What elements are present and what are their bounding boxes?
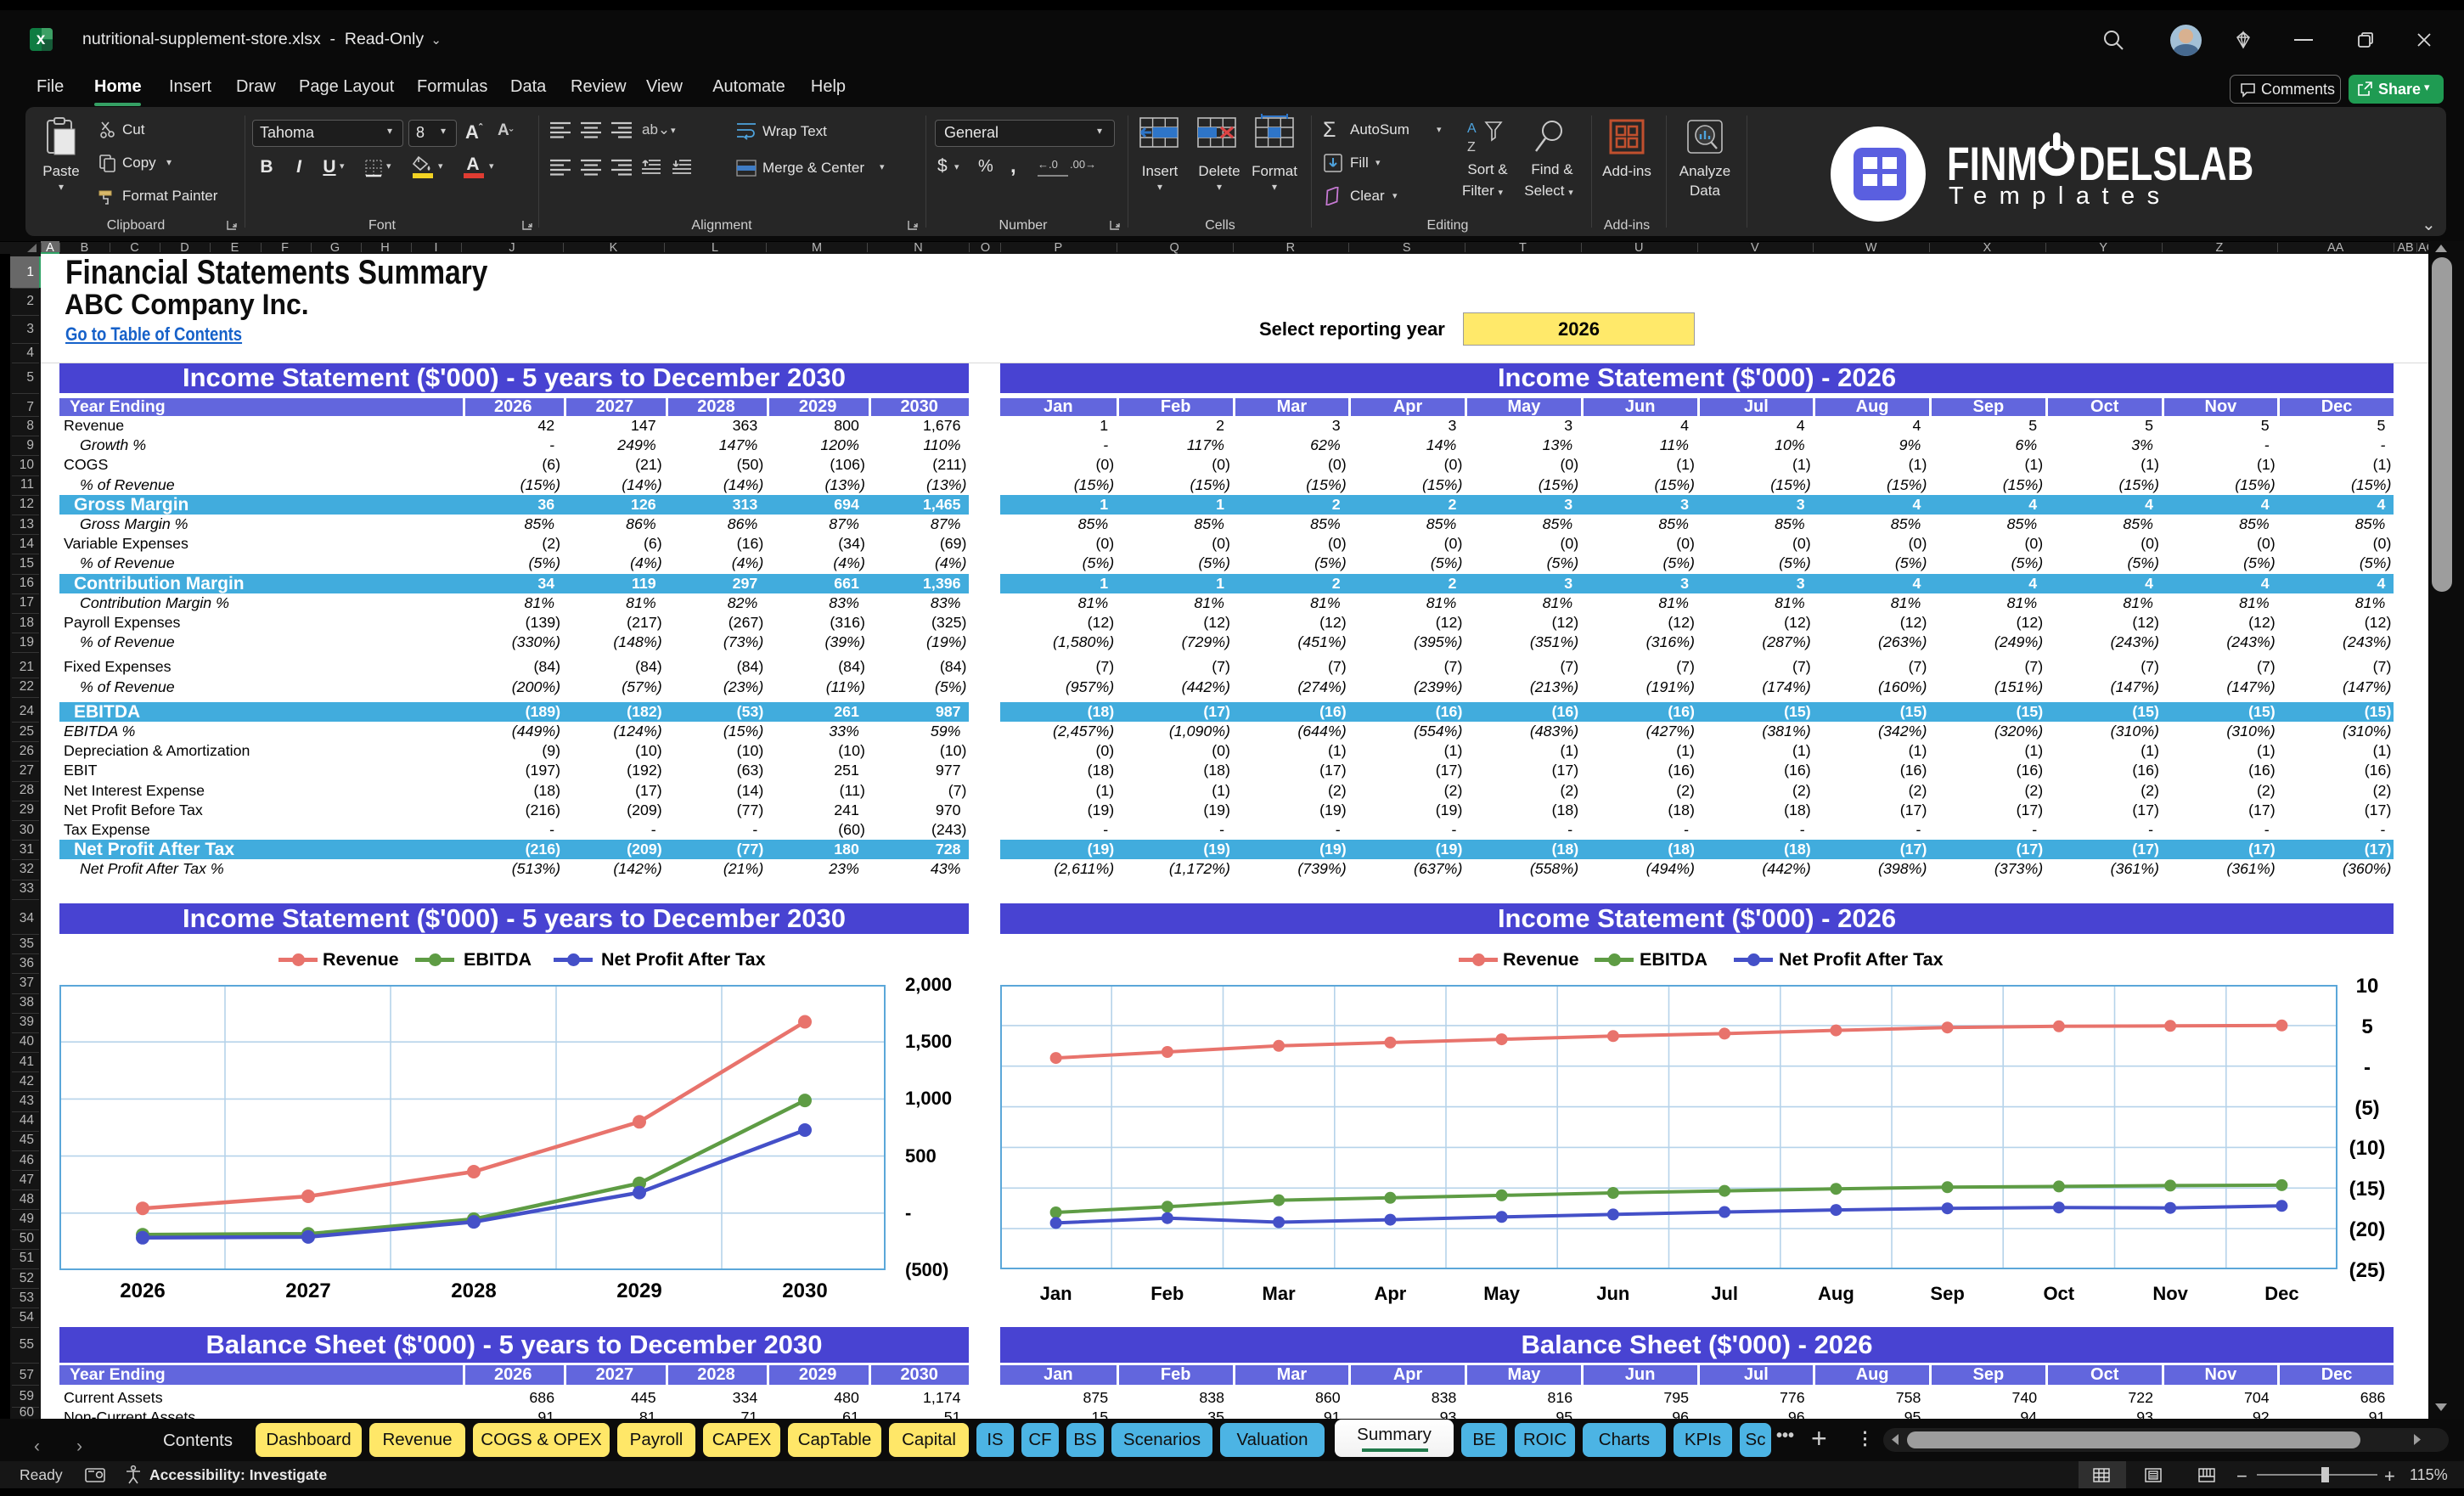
svg-text:A: A [1467, 121, 1477, 136]
svg-text:Z: Z [1467, 140, 1476, 155]
